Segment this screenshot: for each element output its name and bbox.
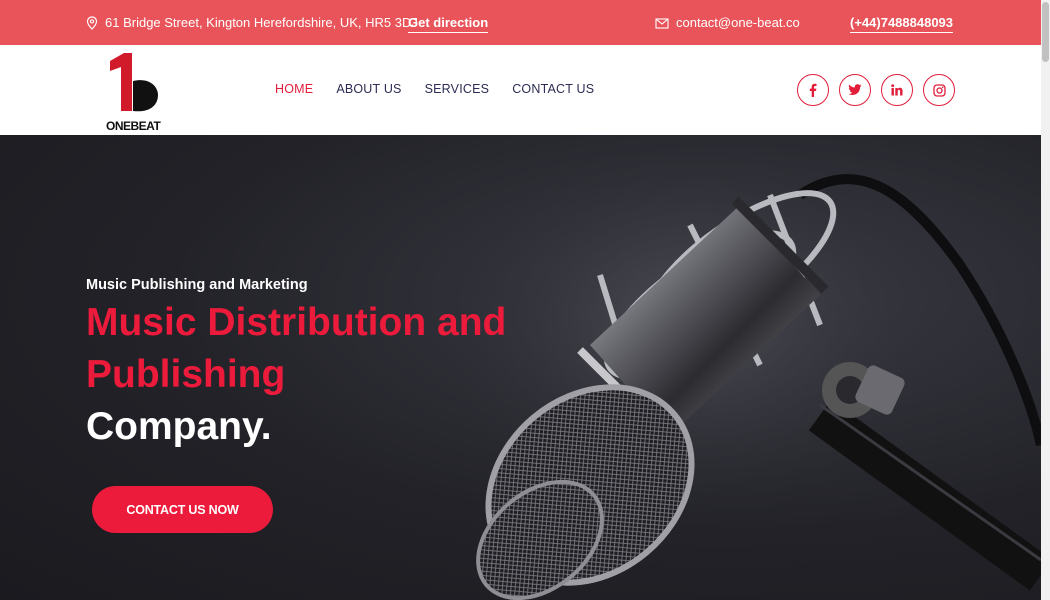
instagram-link[interactable] (923, 74, 955, 106)
site-header: ONEBEAT HOME ABOUT US SERVICES CONTACT U… (0, 45, 1041, 135)
location-pin-icon (86, 15, 98, 30)
contact-us-now-button[interactable]: CONTACT US NOW (92, 486, 273, 533)
nav-contact-us[interactable]: CONTACT US (512, 82, 594, 96)
main-nav: HOME ABOUT US SERVICES CONTACT US (275, 82, 617, 96)
address-text: 61 Bridge Street, Kington Herefordshire,… (105, 15, 418, 30)
nav-about-us[interactable]: ABOUT US (336, 82, 401, 96)
hero-section: Music Publishing and Marketing Music Dis… (0, 135, 1041, 600)
facebook-link[interactable] (797, 74, 829, 106)
logo-wordmark: ONEBEAT (106, 119, 161, 133)
social-links (797, 74, 965, 106)
nav-home[interactable]: HOME (275, 82, 313, 96)
hero-title-line2: Publishing (86, 353, 286, 396)
phone-link[interactable]: (+44)7488848093 (850, 15, 954, 33)
studio-microphone-image (440, 155, 1041, 600)
hero-title-line3: Company. (86, 405, 272, 448)
hero-title-line1: Music Distribution and (86, 301, 507, 344)
address: 61 Bridge Street, Kington Herefordshire,… (86, 15, 418, 30)
email-contact[interactable]: contact@one-beat.co (655, 15, 800, 30)
twitter-icon (848, 84, 862, 95)
page-scrollbar[interactable] (1041, 0, 1050, 600)
envelope-icon (655, 17, 669, 29)
get-direction-link[interactable]: Get direction (408, 15, 489, 33)
email-text[interactable]: contact@one-beat.co (676, 15, 800, 30)
nav-services[interactable]: SERVICES (425, 82, 490, 96)
hero-kicker: Music Publishing and Marketing (86, 277, 308, 293)
linkedin-icon (891, 84, 903, 96)
linkedin-link[interactable] (881, 74, 913, 106)
facebook-icon (809, 83, 817, 97)
twitter-link[interactable] (839, 74, 871, 106)
onebeat-logo[interactable]: ONEBEAT (104, 51, 168, 133)
onebeat-logo-mark (110, 53, 158, 112)
scrollbar-thumb[interactable] (1042, 2, 1049, 62)
top-info-bar: 61 Bridge Street, Kington Herefordshire,… (0, 0, 1041, 45)
hero-title: Music Distribution and Publishing Compan… (86, 297, 506, 453)
instagram-icon (932, 83, 946, 97)
